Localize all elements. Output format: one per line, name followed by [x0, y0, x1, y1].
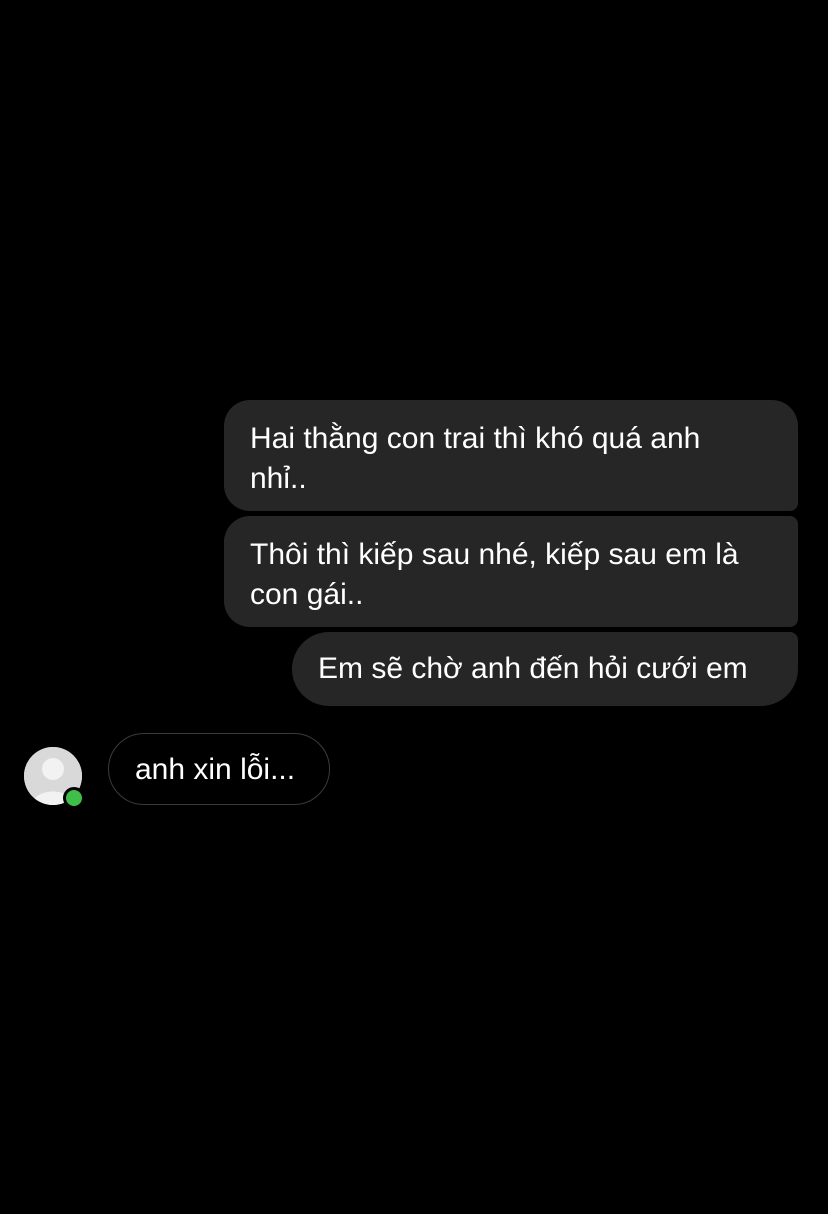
message-text: Thôi thì kiếp sau nhé, kiếp sau em là co…	[250, 538, 739, 611]
online-status-indicator	[63, 787, 85, 809]
message-text: Em sẽ chờ anh đến hỏi cưới em	[318, 652, 748, 685]
sent-message-bubble[interactable]: Thôi thì kiếp sau nhé, kiếp sau em là co…	[224, 516, 798, 627]
chat-thread: Hai thằng con trai thì khó quá anh nhỉ..…	[0, 0, 828, 1214]
sent-message-bubble[interactable]: Em sẽ chờ anh đến hỏi cưới em	[292, 632, 798, 706]
message-text: anh xin lỗi...	[135, 753, 296, 786]
received-message-bubble[interactable]: anh xin lỗi...	[108, 733, 330, 805]
sent-message-bubble[interactable]: Hai thằng con trai thì khó quá anh nhỉ..	[224, 400, 798, 511]
message-text: Hai thằng con trai thì khó quá anh nhỉ..	[250, 422, 701, 495]
